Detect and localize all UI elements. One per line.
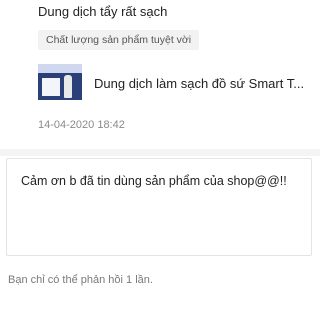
thumbnail-bottle-shape xyxy=(64,75,72,98)
product-name: Dung dịch làm sạch đồ sứ Smart T... xyxy=(94,76,305,91)
review-tag: Chất lượng sản phẩm tuyệt vời xyxy=(38,30,200,50)
reply-input[interactable]: Cảm ơn b đã tin dùng sản phẩm của shop@@… xyxy=(6,158,312,256)
thumbnail-box-shape xyxy=(42,78,60,96)
reply-limit-note: Bạn chỉ có thể phản hồi 1 lần. xyxy=(8,274,153,286)
thumbnail-label-band xyxy=(38,64,82,73)
review-title: Dung dịch tẩy rất sạch xyxy=(38,4,168,19)
reply-text: Cảm ơn b đã tin dùng sản phẩm của shop@@… xyxy=(21,174,287,188)
review-reply-page: Dung dịch tẩy rất sạch Chất lượng sản ph… xyxy=(0,0,320,320)
product-card[interactable]: Dung dịch làm sạch đồ sứ Smart T... xyxy=(38,60,320,104)
product-thumbnail-image xyxy=(38,64,82,100)
review-timestamp: 14-04-2020 18:42 xyxy=(38,119,125,131)
section-divider xyxy=(0,149,320,156)
